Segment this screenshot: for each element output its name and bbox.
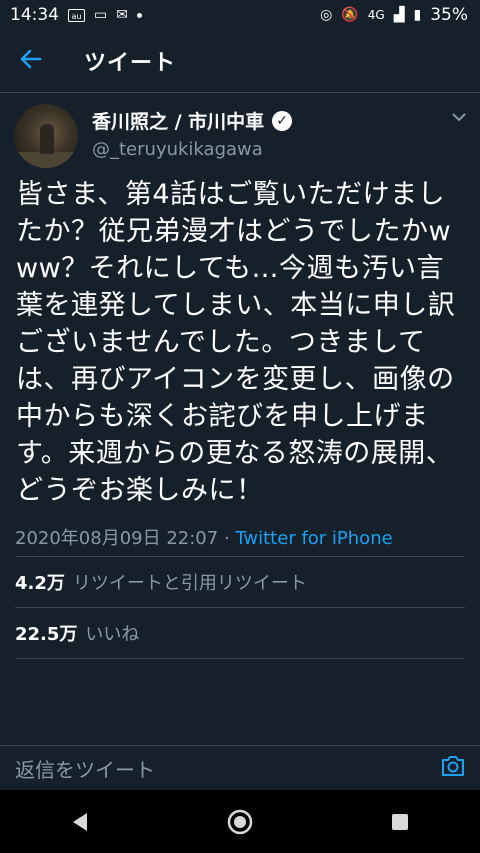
signal-icon: ▟ [393,7,405,23]
nav-back-icon[interactable] [50,797,110,847]
status-time: 14:34 [10,5,59,25]
divider [15,658,465,659]
reply-input[interactable]: 返信をツイート [15,754,155,783]
status-bar: 14:34 au ▭ ✉ ◎ 🔕 4G ▟ ▮ 35% [0,0,480,30]
battery-icon: ▮ [413,7,422,23]
retweets-label: リツイートと引用リツイート [72,573,307,594]
retweets-count: 4.2万 [15,573,65,594]
likes-stat[interactable]: 22.5万 いいね [0,608,480,658]
mail-icon: ✉ [116,7,128,23]
meta-separator: · [218,528,236,549]
network-type: 4G [367,8,385,22]
tweet-author: 香川照之 / 市川中車 ✓ @_teruyukikagawa [0,93,480,173]
au-icon: au [68,8,85,22]
status-right: ◎ 🔕 4G ▟ ▮ 35% [320,5,468,25]
notification-dot-icon [136,12,142,18]
retweets-stat[interactable]: 4.2万 リツイートと引用リツイート [0,557,480,607]
chevron-down-icon[interactable] [452,107,466,126]
likes-label: いいね [85,624,140,645]
back-arrow-icon[interactable] [20,46,50,76]
battery-level: 35% [430,5,468,25]
avatar[interactable] [14,104,78,168]
camera-icon[interactable] [440,755,466,781]
author-name[interactable]: 香川照之 / 市川中車 [92,107,264,134]
tweet-timestamp: 2020年08月09日 22:07 [15,528,219,549]
status-left: 14:34 au ▭ ✉ [10,5,142,25]
page-title: ツイート [84,51,177,76]
reply-bar: 返信をツイート [0,745,480,790]
android-nav-bar [0,790,480,853]
author-handle[interactable]: @_teruyukikagawa [92,139,263,160]
nav-home-icon[interactable] [210,797,270,847]
tweet-meta: 2020年08月09日 22:07 · Twitter for iPhone [0,524,480,556]
tweet-text: 皆さま、第4話はご覧いただけましたか？従兄弟漫才はどうでしたかwww？それにして… [16,179,456,506]
likes-count: 22.5万 [15,624,78,645]
app-bar: ツイート [0,30,480,93]
card-icon: ▭ [94,7,108,23]
nav-recents-icon[interactable] [370,797,430,847]
mute-icon: 🔕 [341,7,359,23]
tweet-source-link[interactable]: Twitter for iPhone [235,528,392,549]
sync-icon: ◎ [320,7,333,23]
verified-badge-icon: ✓ [272,110,293,131]
author-name-row: 香川照之 / 市川中車 ✓ [92,107,293,134]
